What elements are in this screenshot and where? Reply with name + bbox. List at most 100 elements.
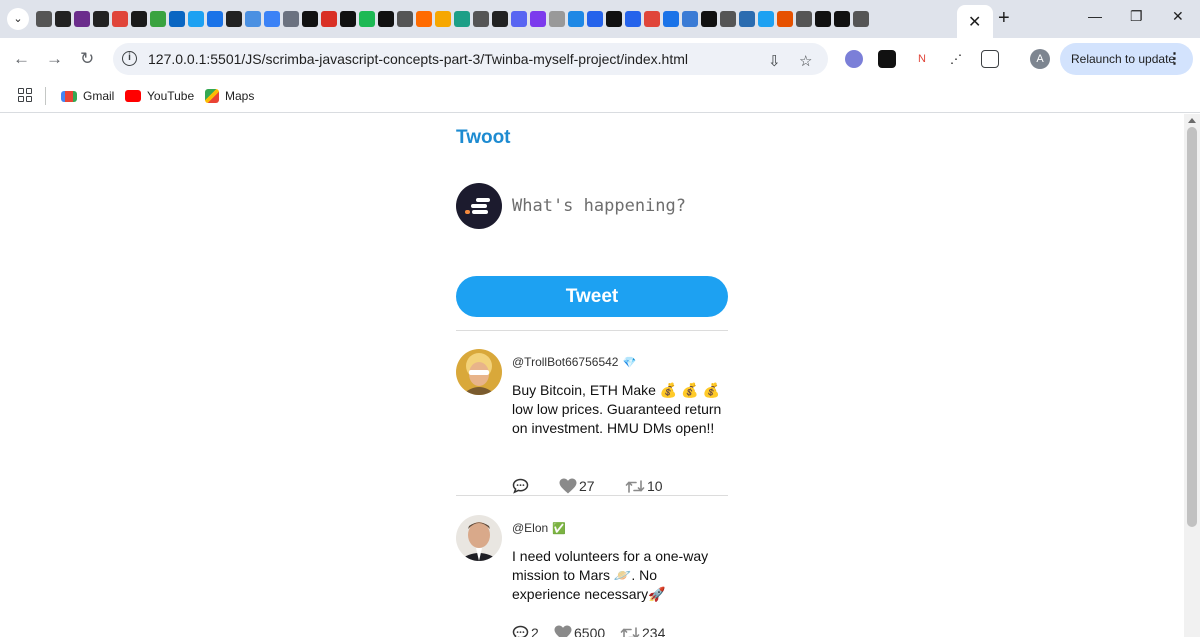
restore-icon[interactable]: ❐: [1130, 8, 1143, 25]
pinned-tab-favicon[interactable]: [93, 11, 109, 27]
scroll-up-icon[interactable]: [1188, 118, 1196, 123]
pinned-tab-favicon[interactable]: [853, 11, 869, 27]
retweet-icon: [625, 479, 645, 493]
tab-search-button[interactable]: ⌄: [7, 8, 29, 30]
pinned-tab-favicon[interactable]: [644, 11, 660, 27]
extension-icon[interactable]: [878, 50, 896, 68]
pinned-tab-favicon[interactable]: [530, 11, 546, 27]
pinned-tab-favicon[interactable]: [587, 11, 603, 27]
pinned-tab-favicon[interactable]: [150, 11, 166, 27]
pinned-tab-favicon[interactable]: [796, 11, 812, 27]
back-icon[interactable]: ←: [13, 49, 30, 69]
pinned-tab-favicon[interactable]: [264, 11, 280, 27]
tweet-input[interactable]: [512, 186, 727, 226]
pinned-tab-favicon[interactable]: [777, 11, 793, 27]
pinned-tab-favicon[interactable]: [169, 11, 185, 27]
pinned-tab-favicon[interactable]: [112, 11, 128, 27]
retweet-button[interactable]: 234: [620, 625, 665, 637]
bookmark-youtube[interactable]: YouTube: [125, 87, 194, 105]
pinned-tab-favicon[interactable]: [416, 11, 432, 27]
pinned-tab-favicon[interactable]: [815, 11, 831, 27]
pinned-tab-favicon[interactable]: [378, 11, 394, 27]
forward-icon[interactable]: →: [46, 49, 63, 69]
tweet-actions: 2 6500 234: [512, 625, 722, 637]
tweet-handle[interactable]: @Elon ✅: [512, 521, 566, 535]
more-menu-icon[interactable]: ⋮: [1167, 49, 1182, 67]
pinned-tab-favicon[interactable]: [435, 11, 451, 27]
scrollbar-thumb[interactable]: [1187, 127, 1197, 527]
extensions-puzzle-icon[interactable]: [981, 50, 999, 68]
page-viewport: Twoot Tweet @TrollBot66756542💎 Buy Bitco…: [0, 114, 1184, 637]
minimize-icon[interactable]: —: [1088, 8, 1102, 24]
pinned-tab-favicon[interactable]: [549, 11, 565, 27]
url-text[interactable]: 127.0.0.1:5501/JS/scrimba-javascript-con…: [148, 51, 688, 67]
pinned-tab-favicon[interactable]: [245, 11, 261, 27]
pinned-tab-favicon[interactable]: [492, 11, 508, 27]
retweet-count: 234: [642, 625, 666, 637]
pinned-tab-favicon[interactable]: [74, 11, 90, 27]
bookmark-star-icon[interactable]: ☆: [799, 52, 812, 70]
active-tab[interactable]: ✕: [957, 5, 993, 38]
pinned-tab-favicon[interactable]: [625, 11, 641, 27]
pinned-tab-favicon[interactable]: [758, 11, 774, 27]
pinned-tab-favicon[interactable]: [473, 11, 489, 27]
bookmark-label: YouTube: [147, 89, 195, 103]
pinned-tab-favicon[interactable]: [207, 11, 223, 27]
apps-grid-icon[interactable]: [18, 88, 32, 102]
new-tab-button[interactable]: +: [998, 8, 1010, 28]
tweet-button[interactable]: Tweet: [456, 276, 728, 317]
pinned-tab-favicon[interactable]: [739, 11, 755, 27]
pinned-tab-favicon[interactable]: [55, 11, 71, 27]
pinned-tab-favicon[interactable]: [226, 11, 242, 27]
relaunch-button[interactable]: Relaunch to update ⋮: [1060, 43, 1193, 75]
like-button[interactable]: 27: [559, 478, 595, 494]
extension-icon[interactable]: [845, 50, 863, 68]
close-tab-icon[interactable]: ✕: [968, 12, 981, 32]
pinned-tab-favicon[interactable]: [188, 11, 204, 27]
tweet-actions: 27 10: [512, 478, 722, 496]
verified-badge-icon: ✅: [552, 523, 566, 535]
like-button[interactable]: 6500: [554, 625, 605, 637]
diamond-badge-icon: 💎: [622, 357, 637, 369]
reload-icon[interactable]: ↻: [80, 49, 94, 69]
page-scrollbar[interactable]: [1184, 114, 1200, 637]
pinned-tab-favicon[interactable]: [682, 11, 698, 27]
pinned-tab-favicon[interactable]: [511, 11, 527, 27]
pinned-tab-favicon[interactable]: [131, 11, 147, 27]
pinned-tab-favicon[interactable]: [568, 11, 584, 27]
pinned-tab-favicon[interactable]: [397, 11, 413, 27]
pinned-tab-favicon[interactable]: [606, 11, 622, 27]
comment-icon: [512, 478, 529, 494]
site-info-icon[interactable]: i: [122, 51, 137, 66]
extension-icon[interactable]: N: [913, 50, 931, 68]
tweet-handle[interactable]: @TrollBot66756542 💎: [512, 355, 636, 369]
pinned-tab-favicon[interactable]: [663, 11, 679, 27]
bookmark-maps[interactable]: Maps: [205, 87, 254, 105]
like-count: 27: [579, 478, 595, 494]
address-bar[interactable]: i 127.0.0.1:5501/JS/scrimba-javascript-c…: [113, 43, 828, 75]
pinned-tab-favicon[interactable]: [720, 11, 736, 27]
pinned-tab-favicon[interactable]: [701, 11, 717, 27]
pinned-tab-favicon[interactable]: [834, 11, 850, 27]
pinned-tab-favicon[interactable]: [302, 11, 318, 27]
reply-button[interactable]: 2: [512, 625, 539, 637]
pinned-tab-favicon[interactable]: [454, 11, 470, 27]
extension-icon[interactable]: ⋰: [947, 50, 965, 68]
reply-button[interactable]: [512, 478, 531, 494]
retweet-count: 10: [647, 478, 663, 494]
close-window-icon[interactable]: ✕: [1172, 8, 1184, 25]
pinned-tab-favicon[interactable]: [340, 11, 356, 27]
bookmarks-divider: [45, 87, 46, 105]
divider: [456, 330, 728, 331]
heart-icon: [554, 625, 572, 637]
retweet-button[interactable]: 10: [625, 478, 663, 494]
profile-avatar[interactable]: A: [1030, 49, 1050, 69]
pinned-tab-favicon[interactable]: [359, 11, 375, 27]
pinned-tab-favicon[interactable]: [36, 11, 52, 27]
pinned-tab-favicon[interactable]: [283, 11, 299, 27]
pinned-tab-favicon[interactable]: [321, 11, 337, 27]
youtube-icon: [125, 90, 141, 102]
bookmark-gmail[interactable]: Gmail: [61, 87, 114, 105]
divider: [456, 495, 728, 496]
install-app-icon[interactable]: ⇩: [768, 52, 781, 70]
